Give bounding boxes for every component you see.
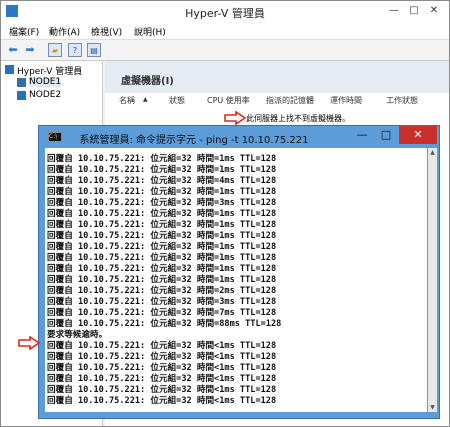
section-header: 虛擬機器(I) (105, 61, 449, 93)
maximize-button[interactable]: □ (406, 4, 422, 18)
column-task-status[interactable]: 工作狀態 (386, 95, 418, 106)
back-icon[interactable]: ⬅ (6, 43, 20, 57)
output-line: 回覆自 10.10.75.221: 位元組=32 時間<1ms TTL=128 (47, 396, 277, 406)
column-status[interactable]: 狀態 (169, 95, 185, 106)
tree-root[interactable]: Hyper-V 管理員 (17, 64, 82, 77)
column-headers: 名稱 ▲ 狀態 CPU 使用率 指派的記憶體 運作時間 工作狀態 (109, 95, 445, 109)
help-icon[interactable]: ? (68, 43, 82, 57)
tree-node-node1[interactable]: NODE1 (29, 77, 62, 87)
column-cpu[interactable]: CPU 使用率 (207, 95, 250, 106)
server-icon (17, 91, 26, 100)
column-uptime[interactable]: 運作時間 (330, 95, 362, 106)
hyperv-title: Hyper-V 管理員 (185, 7, 265, 20)
close-button[interactable]: ✕ (426, 4, 442, 18)
folder-icon[interactable]: ▰ (48, 43, 62, 57)
cmd-window: C:\ 系統管理員: 命令提示字元 - ping -t 10.10.75.221… (38, 125, 440, 419)
annotation-arrow-icon (224, 111, 246, 125)
menu-file[interactable]: 檔案(F) (9, 25, 39, 38)
menu-action[interactable]: 動作(A) (49, 25, 80, 38)
scroll-up-icon[interactable]: ▲ (428, 148, 437, 157)
minimize-button[interactable]: — (386, 4, 402, 18)
tree-node-node2[interactable]: NODE2 (29, 90, 61, 100)
cmd-title: 系統管理員: 命令提示字元 - ping -t 10.10.75.221 (79, 135, 309, 146)
server-icon (17, 78, 26, 87)
hyperv-titlebar: Hyper-V 管理員 — □ ✕ (1, 1, 449, 23)
forward-icon[interactable]: ➡ (23, 43, 37, 57)
scroll-down-icon[interactable]: ▼ (428, 403, 437, 412)
cmd-close-button[interactable]: ✕ (399, 126, 437, 144)
menu-view[interactable]: 檢視(V) (91, 25, 122, 38)
server-icon (5, 65, 14, 74)
cmd-maximize-button[interactable]: □ (375, 126, 397, 144)
toolbar: ⬅ ➡ ▰ ? ▤ (1, 40, 449, 61)
cmd-output[interactable]: 回覆自 10.10.75.221: 位元組=32 時間=1ms TTL=128 … (45, 148, 427, 412)
column-name[interactable]: 名稱 (119, 95, 135, 106)
properties-icon[interactable]: ▤ (87, 43, 101, 57)
sort-indicator: ▲ (143, 96, 148, 103)
menu-help[interactable]: 說明(H) (134, 25, 166, 38)
cmd-scrollbar[interactable]: ▲ ▼ (428, 148, 437, 412)
annotation-arrow-icon (18, 336, 40, 350)
menubar: 檔案(F) 動作(A) 檢視(V) 說明(H) (1, 23, 449, 40)
empty-message: 此伺服器上找不到虛擬機器。 (246, 114, 350, 123)
column-memory[interactable]: 指派的記憶體 (266, 95, 314, 106)
section-title: 虛擬機器(I) (121, 76, 174, 87)
cmd-minimize-button[interactable]: — (351, 126, 373, 144)
cmd-titlebar: C:\ 系統管理員: 命令提示字元 - ping -t 10.10.75.221… (39, 126, 439, 148)
